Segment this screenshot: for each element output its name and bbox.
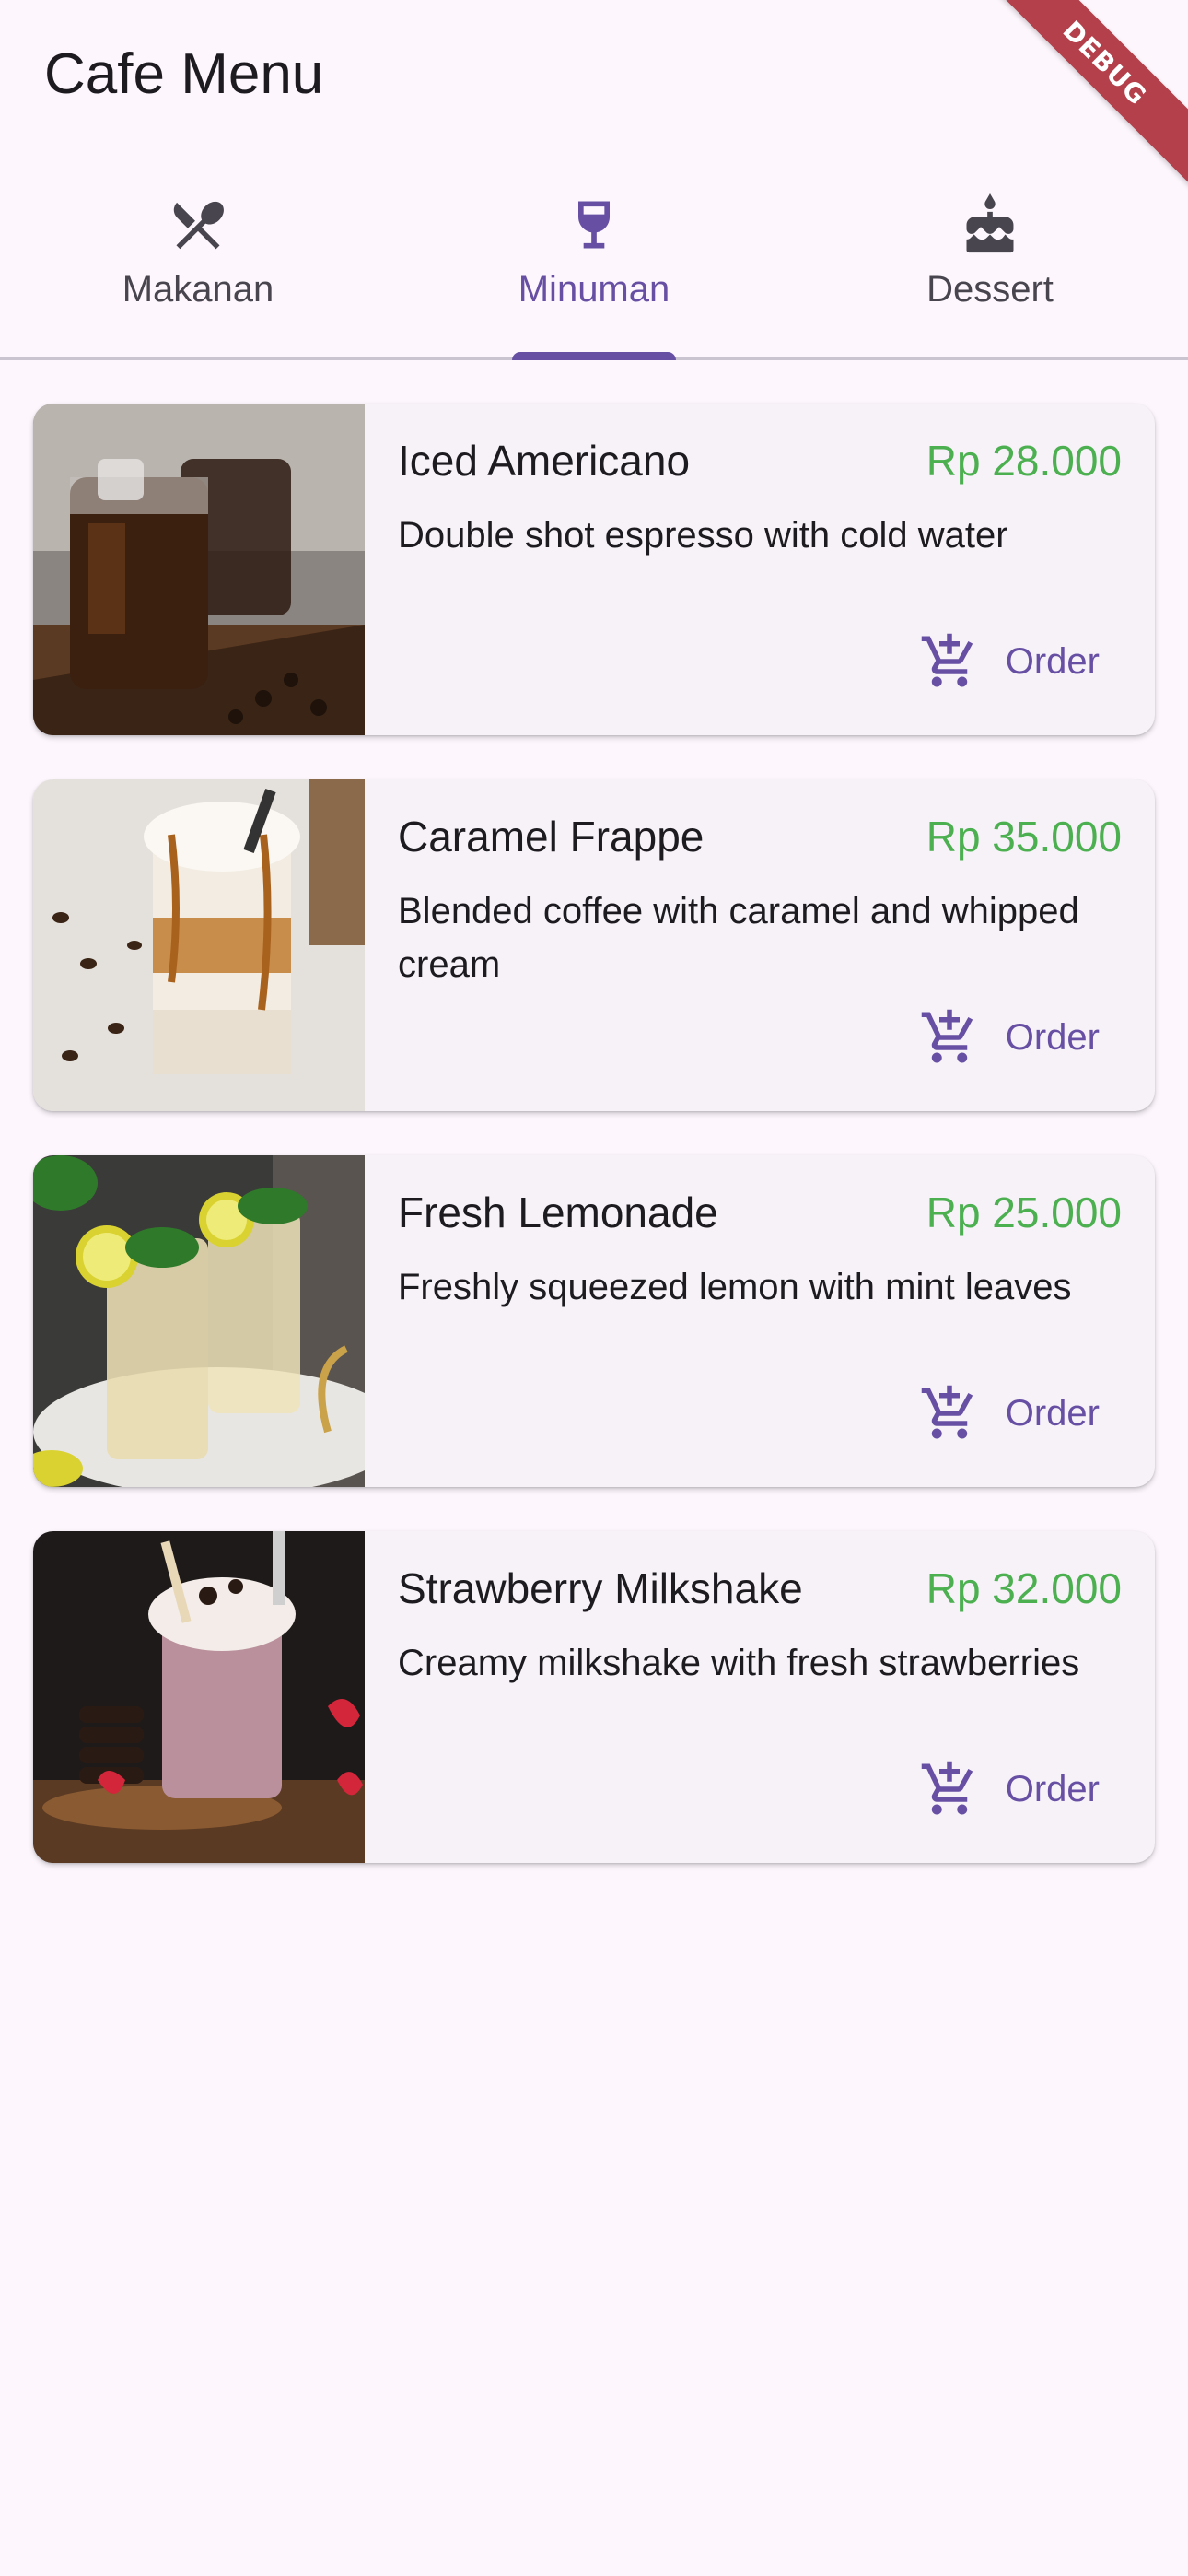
tab-bar: Makanan Minuman Dessert — [0, 166, 1188, 360]
tab-makanan[interactable]: Makanan — [0, 166, 396, 357]
tab-dessert[interactable]: Dessert — [792, 166, 1188, 357]
item-description: Freshly squeezed lemon with mint leaves — [398, 1267, 1072, 1307]
add-shopping-cart-icon — [919, 1383, 980, 1444]
debug-banner-label: DEBUG — [1056, 14, 1154, 111]
order-button-label: Order — [1005, 640, 1100, 682]
strawberry-milkshake-photo — [33, 1531, 365, 1863]
item-name: Iced Americano — [398, 437, 691, 485]
lemonade-photo — [33, 1155, 365, 1487]
add-shopping-cart-icon — [919, 631, 980, 692]
fork-spoon-icon — [167, 193, 229, 256]
menu-card-caramel-frappe[interactable]: Caramel Frappe Rp 35.000 Blended coffee … — [33, 779, 1155, 1111]
menu-card-strawberry-milkshake[interactable]: Strawberry Milkshake Rp 32.000 Creamy mi… — [33, 1531, 1155, 1863]
order-button[interactable]: Order — [919, 1752, 1100, 1826]
order-button-label: Order — [1005, 1016, 1100, 1058]
caramel-frappe-photo — [33, 779, 365, 1111]
app-title: Cafe Menu — [44, 42, 324, 106]
order-button-label: Order — [1005, 1768, 1100, 1809]
item-price: Rp 35.000 — [926, 813, 1122, 861]
item-price: Rp 32.000 — [926, 1564, 1122, 1612]
tab-label-makanan: Makanan — [122, 269, 274, 310]
wine-glass-icon — [563, 193, 625, 256]
item-name: Caramel Frappe — [398, 813, 705, 861]
order-button-label: Order — [1005, 1392, 1100, 1434]
tab-label-minuman: Minuman — [518, 269, 670, 310]
menu-card-iced-americano[interactable]: Iced Americano Rp 28.000 Double shot esp… — [33, 404, 1155, 735]
item-price: Rp 25.000 — [926, 1188, 1122, 1236]
menu-list: Iced Americano Rp 28.000 Double shot esp… — [33, 404, 1155, 1907]
cake-icon — [959, 193, 1021, 256]
active-tab-indicator — [512, 352, 676, 360]
tab-label-dessert: Dessert — [926, 269, 1054, 310]
add-shopping-cart-icon — [919, 1007, 980, 1068]
item-name: Fresh Lemonade — [398, 1188, 718, 1236]
menu-card-fresh-lemonade[interactable]: Fresh Lemonade Rp 25.000 Freshly squeeze… — [33, 1155, 1155, 1487]
order-button[interactable]: Order — [919, 1001, 1100, 1074]
item-description: Creamy milkshake with fresh strawberries — [398, 1643, 1080, 1683]
item-price: Rp 28.000 — [926, 437, 1122, 485]
app-bar: Cafe Menu DEBUG — [0, 0, 1188, 218]
order-button[interactable]: Order — [919, 1376, 1100, 1450]
order-button[interactable]: Order — [919, 625, 1100, 698]
item-description: Blended coffee with caramel and whipped … — [398, 891, 1079, 985]
tab-minuman[interactable]: Minuman — [396, 166, 792, 360]
add-shopping-cart-icon — [919, 1759, 980, 1820]
item-name: Strawberry Milkshake — [398, 1564, 803, 1612]
item-description: Double shot espresso with cold water — [398, 515, 1008, 556]
iced-americano-photo — [33, 404, 365, 735]
